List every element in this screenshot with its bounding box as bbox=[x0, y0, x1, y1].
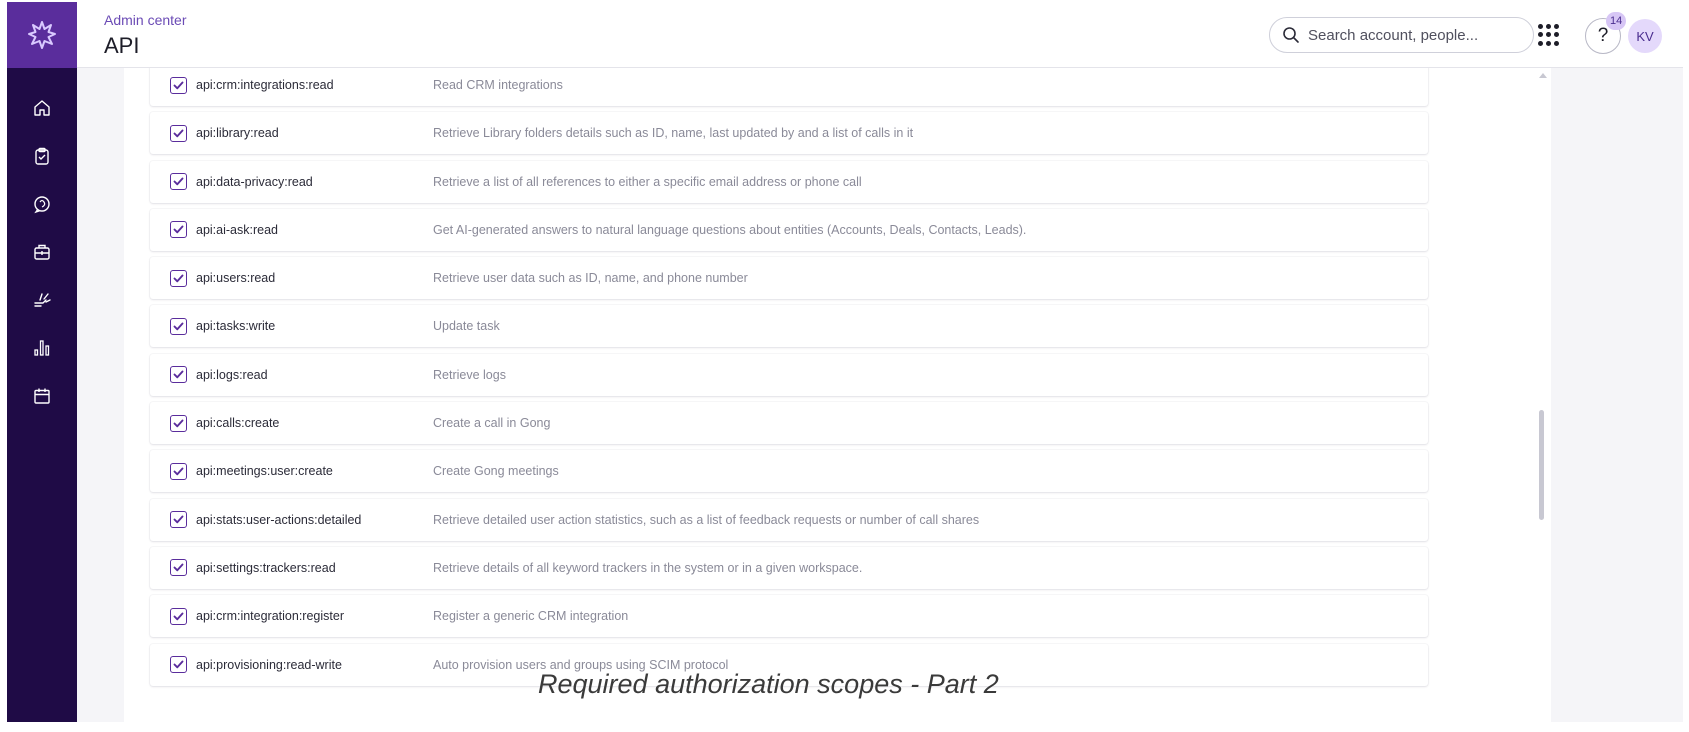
scope-checkbox[interactable] bbox=[170, 221, 187, 239]
scope-name: api:data-privacy:read bbox=[196, 174, 313, 189]
scope-row: api:ai-ask:read Get AI-generated answers … bbox=[150, 208, 1428, 251]
notification-badge: 14 bbox=[1606, 12, 1627, 30]
search-box[interactable] bbox=[1269, 17, 1534, 53]
apps-grid-icon[interactable] bbox=[1538, 24, 1560, 46]
scope-name: api:settings:trackers:read bbox=[196, 560, 336, 575]
checkmark-icon bbox=[173, 225, 184, 234]
scope-row: api:calls:create Create a call in Gong bbox=[150, 402, 1428, 445]
scope-row: api:tasks:write Update task bbox=[150, 305, 1428, 348]
scope-name: api:crm:integrations:read bbox=[196, 78, 334, 92]
scope-checkbox[interactable] bbox=[170, 76, 187, 94]
scope-name: api:provisioning:read-write bbox=[196, 657, 342, 672]
breadcrumb[interactable]: Admin center bbox=[104, 12, 186, 28]
search-input[interactable] bbox=[1308, 26, 1508, 44]
scroll-up-arrow-icon[interactable] bbox=[1538, 70, 1548, 80]
checkmark-icon bbox=[173, 274, 184, 282]
deals-icon bbox=[34, 244, 50, 260]
checkmark-icon bbox=[173, 515, 184, 524]
checkmark-icon bbox=[173, 129, 184, 138]
scope-description: Read CRM integrations bbox=[433, 78, 563, 92]
page-title: API bbox=[104, 33, 140, 58]
sidebar-item-deals[interactable] bbox=[7, 228, 77, 276]
checkmark-icon bbox=[173, 322, 184, 331]
scope-description: Create a call in Gong bbox=[433, 416, 551, 431]
engage-icon bbox=[34, 293, 51, 307]
scrollbar-thumb[interactable] bbox=[1539, 410, 1544, 520]
scope-row: api:settings:trackers:read Retrieve detai… bbox=[150, 546, 1428, 589]
scope-row: api:stats:user-actions:detailed Retrieve … bbox=[150, 498, 1428, 541]
scope-description: Retrieve detailed user action statistics… bbox=[433, 512, 980, 527]
sidebar-nav bbox=[7, 84, 77, 420]
checkmark-icon bbox=[173, 612, 184, 621]
checkmark-icon bbox=[173, 564, 184, 572]
scope-description: Retrieve user data such as ID, name, and… bbox=[433, 271, 748, 286]
scope-name: api:library:read bbox=[196, 126, 279, 141]
scope-description: Create Gong meetings bbox=[433, 464, 559, 479]
checkmark-icon bbox=[173, 177, 184, 186]
scope-description: Update task bbox=[433, 319, 500, 334]
gong-logo[interactable] bbox=[7, 2, 77, 68]
scope-description: Retrieve a list of all references to eit… bbox=[433, 174, 862, 189]
scope-row: api:meetings:user:create Create Gong meet… bbox=[150, 450, 1428, 493]
sidebar-item-conversations[interactable] bbox=[7, 180, 77, 228]
scope-checkbox[interactable] bbox=[170, 173, 187, 191]
scope-name: api:crm:integration:register bbox=[196, 609, 344, 624]
scope-description: Register a generic CRM integration bbox=[433, 609, 629, 624]
sidebar-item-calendar[interactable] bbox=[7, 372, 77, 420]
checkmark-icon bbox=[173, 370, 184, 379]
sidebar bbox=[7, 2, 77, 722]
app-frame: Admin center API ? 14 KV api:crm:integra… bbox=[7, 2, 1683, 722]
home-icon bbox=[34, 100, 50, 116]
scope-description: Get AI-generated answers to natural lang… bbox=[433, 222, 1027, 237]
logo-icon bbox=[28, 21, 56, 49]
sidebar-item-engage[interactable] bbox=[7, 276, 77, 324]
scope-description: Retrieve details of all keyword trackers… bbox=[433, 560, 863, 575]
scopes-panel: api:crm:integrations:read Read CRM integr… bbox=[124, 68, 1551, 722]
scope-name: api:ai-ask:read bbox=[196, 222, 278, 237]
scope-name: api:calls:create bbox=[196, 416, 280, 431]
checkmark-icon bbox=[173, 81, 184, 89]
caption: Required authorization scopes - Part 2 bbox=[538, 669, 999, 699]
avatar[interactable]: KV bbox=[1628, 19, 1662, 53]
scope-checkbox[interactable] bbox=[170, 559, 187, 577]
scope-checkbox[interactable] bbox=[170, 366, 187, 384]
sidebar-item-tasks[interactable] bbox=[7, 132, 77, 180]
clipboard-icon bbox=[35, 147, 49, 165]
scope-checkbox[interactable] bbox=[170, 656, 187, 674]
scope-name: api:logs:read bbox=[196, 367, 268, 382]
checkmark-icon bbox=[173, 419, 184, 427]
search-icon bbox=[1283, 27, 1299, 43]
scope-checkbox[interactable] bbox=[170, 269, 187, 287]
sidebar-item-analytics[interactable] bbox=[7, 324, 77, 372]
checkmark-icon bbox=[173, 467, 184, 476]
scope-checkbox[interactable] bbox=[170, 511, 187, 529]
top-header: Admin center API ? 14 KV bbox=[77, 2, 1683, 68]
scope-checkbox[interactable] bbox=[170, 124, 187, 142]
conversations-icon bbox=[34, 196, 50, 214]
scope-row: api:library:read Retrieve Library folders… bbox=[150, 112, 1428, 155]
analytics-icon bbox=[34, 340, 50, 356]
scope-description: Retrieve Library folders details such as… bbox=[433, 126, 914, 141]
scope-row: api:logs:read Retrieve logs bbox=[150, 353, 1428, 396]
scope-name: api:users:read bbox=[196, 271, 276, 286]
scope-name: api:stats:user-actions:detailed bbox=[196, 512, 362, 527]
scope-description: Retrieve logs bbox=[433, 367, 506, 382]
checkmark-icon bbox=[173, 660, 184, 669]
sidebar-item-home[interactable] bbox=[7, 84, 77, 132]
scope-row: api:crm:integration:register Register a g… bbox=[150, 595, 1428, 638]
scope-row: api:crm:integrations:read Read CRM integr… bbox=[150, 68, 1428, 106]
scrollbar-track[interactable] bbox=[1551, 68, 1599, 722]
scope-checkbox[interactable] bbox=[170, 317, 187, 335]
calendar-icon bbox=[34, 388, 50, 404]
scope-name: api:tasks:write bbox=[196, 319, 276, 334]
scopes-list: api:crm:integrations:read Read CRM integr… bbox=[150, 68, 1428, 692]
scope-row: api:data-privacy:read Retrieve a list of … bbox=[150, 160, 1428, 203]
scope-checkbox[interactable] bbox=[170, 607, 187, 625]
scope-checkbox[interactable] bbox=[170, 414, 187, 432]
scope-name: api:meetings:user:create bbox=[196, 464, 333, 479]
scope-row: api:users:read Retrieve user data such as… bbox=[150, 257, 1428, 300]
scope-checkbox[interactable] bbox=[170, 462, 187, 480]
